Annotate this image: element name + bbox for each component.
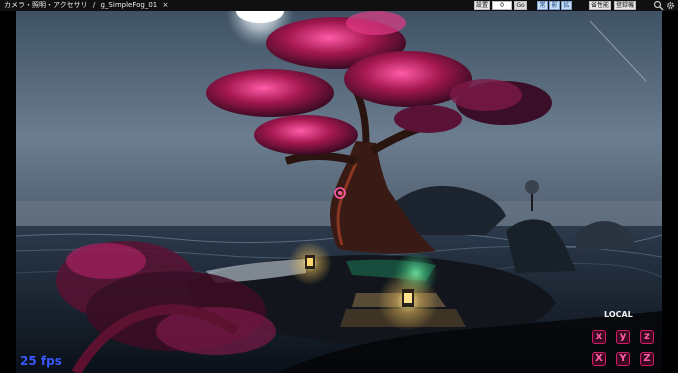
toggle-shadow-button[interactable]: 影 bbox=[549, 1, 560, 10]
search-icon[interactable] bbox=[653, 0, 664, 11]
top-bar: カメラ・照明・アクセサリ / g_SimpleFog_01 × 設置 0 Go … bbox=[0, 0, 678, 11]
setting-label: 設置 bbox=[474, 1, 490, 10]
fps-counter: 25 fps bbox=[20, 354, 62, 368]
tab-close-button[interactable]: × bbox=[162, 1, 168, 9]
breadcrumb: カメラ・照明・アクセサリ / g_SimpleFog_01 × bbox=[4, 0, 171, 11]
performance-button[interactable]: 省性能 bbox=[589, 1, 611, 10]
scene-render bbox=[16, 11, 662, 373]
breadcrumb-separator: / bbox=[92, 1, 96, 9]
toggle-always-button[interactable]: 常 bbox=[537, 1, 548, 10]
gear-icon[interactable] bbox=[665, 0, 676, 11]
tab-scene[interactable]: g_SimpleFog_01 bbox=[100, 1, 157, 9]
frame-input[interactable]: 0 bbox=[492, 1, 512, 10]
move-y-button[interactable]: Y bbox=[616, 352, 630, 366]
rotate-y-button[interactable]: y bbox=[616, 330, 630, 344]
gizmo-mode-label[interactable]: LOCAL bbox=[604, 310, 633, 319]
move-x-button[interactable]: X bbox=[592, 352, 606, 366]
rotate-x-button[interactable]: x bbox=[592, 330, 606, 344]
3d-viewport[interactable] bbox=[16, 11, 662, 373]
rotate-z-button[interactable]: z bbox=[640, 330, 654, 344]
toggle-expand-button[interactable]: 拡 bbox=[561, 1, 572, 10]
register-button[interactable]: 登録機 bbox=[614, 1, 636, 10]
move-z-button[interactable]: Z bbox=[640, 352, 654, 366]
breadcrumb-root[interactable]: カメラ・照明・アクセサリ bbox=[4, 1, 88, 9]
go-button[interactable]: Go bbox=[514, 1, 527, 10]
